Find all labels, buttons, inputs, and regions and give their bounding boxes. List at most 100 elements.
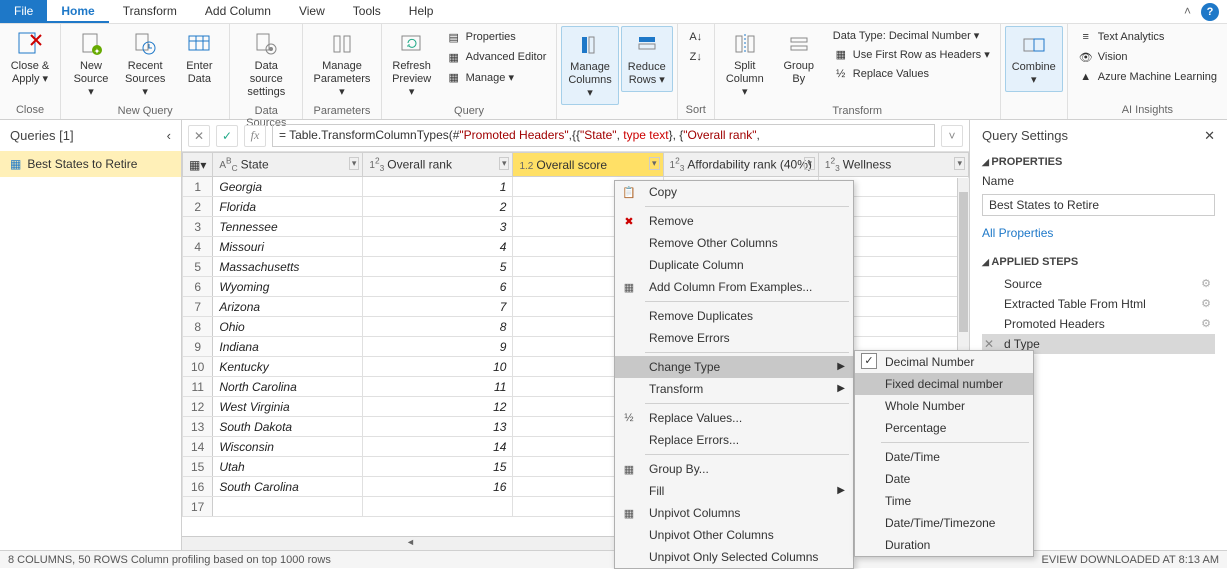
cell[interactable]: Kentucky	[213, 357, 363, 377]
row-header[interactable]: 14	[183, 437, 213, 457]
submenu-item[interactable]: Date	[855, 468, 1033, 490]
column-header[interactable]: 123Wellness▾	[818, 153, 968, 177]
text-analytics-button[interactable]: ≡Text Analytics	[1076, 28, 1219, 46]
row-header[interactable]: 15	[183, 457, 213, 477]
row-header[interactable]: 10	[183, 357, 213, 377]
column-header[interactable]: 1.2Overall score▾	[513, 153, 663, 177]
manage-columns-button[interactable]: Manage Columns ▾	[561, 26, 618, 105]
row-header[interactable]: 16	[183, 477, 213, 497]
ribbon-collapse-icon[interactable]: ˄	[1178, 0, 1197, 23]
cell[interactable]	[213, 497, 363, 517]
vision-button[interactable]: 👁Vision	[1076, 48, 1219, 66]
cell[interactable]: Georgia	[213, 177, 363, 197]
cell[interactable]: Tennessee	[213, 217, 363, 237]
submenu-item[interactable]: Fixed decimal number	[855, 373, 1033, 395]
row-header[interactable]: 9	[183, 337, 213, 357]
context-menu-item[interactable]: ✖Remove	[615, 210, 853, 232]
row-header[interactable]: 1	[183, 177, 213, 197]
formula-expand-icon[interactable]: ˅	[941, 125, 963, 147]
formula-input[interactable]: = Table.TransformColumnTypes(#"Promoted …	[272, 124, 935, 147]
column-header[interactable]: ABCState▾	[213, 153, 363, 177]
context-menu-item[interactable]: Remove Duplicates	[615, 305, 853, 327]
context-menu-item[interactable]: Fill▶	[615, 480, 853, 502]
row-header[interactable]: 4	[183, 237, 213, 257]
cell[interactable]: 4	[363, 237, 513, 257]
submenu-item[interactable]: Duration	[855, 534, 1033, 556]
column-header[interactable]: 123Overall rank▾	[363, 153, 513, 177]
cell[interactable]: Arizona	[213, 297, 363, 317]
context-menu-item[interactable]: Remove Other Columns	[615, 232, 853, 254]
cell[interactable]: 12	[363, 397, 513, 417]
context-menu-item[interactable]: Remove Errors	[615, 327, 853, 349]
help-icon[interactable]: ?	[1201, 3, 1219, 21]
query-item[interactable]: ▦ Best States to Retire	[0, 151, 181, 177]
close-apply-button[interactable]: Close & Apply ▾	[4, 26, 56, 90]
split-column-button[interactable]: Split Column ▾	[719, 26, 771, 103]
step-gear-icon[interactable]: ⚙	[1201, 297, 1211, 310]
submenu-item[interactable]: Time	[855, 490, 1033, 512]
cell[interactable]: 11	[363, 377, 513, 397]
applied-step[interactable]: Promoted Headers⚙	[982, 314, 1215, 334]
menu-add-column[interactable]: Add Column	[191, 0, 285, 23]
sort-asc-button[interactable]: A↓	[686, 28, 706, 46]
enter-data-button[interactable]: Enter Data	[173, 26, 225, 90]
column-dropdown-icon[interactable]: ▾	[349, 157, 360, 170]
context-menu-item[interactable]: ▦Add Column From Examples...	[615, 276, 853, 298]
all-properties-link[interactable]: All Properties	[982, 226, 1215, 240]
context-menu-item[interactable]: ▦Unpivot Columns	[615, 502, 853, 524]
cell[interactable]: 7	[363, 297, 513, 317]
data-type-button[interactable]: Data Type: Decimal Number ▾	[831, 28, 992, 43]
group-by-button[interactable]: Group By	[773, 26, 825, 90]
cell[interactable]: 14	[363, 437, 513, 457]
step-gear-icon[interactable]: ⚙	[1201, 317, 1211, 330]
cell[interactable]: 8	[363, 317, 513, 337]
advanced-editor-button[interactable]: ▦Advanced Editor	[444, 48, 549, 66]
manage-parameters-button[interactable]: Manage Parameters ▾	[307, 26, 376, 103]
menu-tools[interactable]: Tools	[339, 0, 395, 23]
refresh-preview-button[interactable]: Refresh Preview ▾	[386, 26, 438, 103]
context-menu-item[interactable]: Transform▶	[615, 378, 853, 400]
column-dropdown-icon[interactable]: ▾	[499, 157, 510, 170]
context-menu-item[interactable]: ▦Group By...	[615, 458, 853, 480]
column-header[interactable]: 123Affordability rank (40%)▾	[663, 153, 818, 177]
reduce-rows-button[interactable]: Reduce Rows ▾	[621, 26, 673, 92]
context-menu-item[interactable]: Unpivot Other Columns	[615, 524, 853, 546]
cell[interactable]: Ohio	[213, 317, 363, 337]
menu-help[interactable]: Help	[395, 0, 448, 23]
formula-commit-icon[interactable]: ✓	[216, 125, 238, 147]
submenu-item[interactable]: ✓Decimal Number	[855, 351, 1033, 373]
new-source-button[interactable]: ✦ New Source ▾	[65, 26, 117, 103]
row-header[interactable]: 12	[183, 397, 213, 417]
cell[interactable]: 3	[363, 217, 513, 237]
cell[interactable]: 15	[363, 457, 513, 477]
column-dropdown-icon[interactable]: ▾	[804, 157, 815, 170]
cell[interactable]: 1	[363, 177, 513, 197]
azure-ml-button[interactable]: ▲Azure Machine Learning	[1076, 68, 1219, 86]
submenu-item[interactable]: Date/Time	[855, 446, 1033, 468]
context-menu-item[interactable]: ½Replace Values...	[615, 407, 853, 429]
row-header[interactable]: 8	[183, 317, 213, 337]
cell[interactable]: 5	[363, 257, 513, 277]
submenu-item[interactable]: Whole Number	[855, 395, 1033, 417]
queries-collapse-icon[interactable]: ‹	[167, 128, 171, 143]
cell[interactable]: 13	[363, 417, 513, 437]
cell[interactable]: South Dakota	[213, 417, 363, 437]
row-header[interactable]: 13	[183, 417, 213, 437]
row-header[interactable]: 11	[183, 377, 213, 397]
data-source-settings-button[interactable]: Data source settings	[234, 26, 298, 103]
cell[interactable]: North Carolina	[213, 377, 363, 397]
column-dropdown-icon[interactable]: ▾	[649, 157, 660, 170]
menu-home[interactable]: Home	[47, 0, 108, 23]
settings-close-icon[interactable]: ✕	[1204, 128, 1215, 144]
submenu-item[interactable]: Percentage	[855, 417, 1033, 439]
cell[interactable]: Florida	[213, 197, 363, 217]
menu-view[interactable]: View	[285, 0, 339, 23]
context-menu-item[interactable]: Unpivot Only Selected Columns	[615, 546, 853, 568]
select-all-cell[interactable]: ▦▾	[183, 153, 213, 177]
properties-button[interactable]: ▤Properties	[444, 28, 549, 46]
menu-file[interactable]: File	[0, 0, 47, 23]
sort-desc-button[interactable]: Z↓	[686, 48, 706, 66]
cell[interactable]: 10	[363, 357, 513, 377]
context-menu-item[interactable]: Duplicate Column	[615, 254, 853, 276]
menu-transform[interactable]: Transform	[109, 0, 191, 23]
